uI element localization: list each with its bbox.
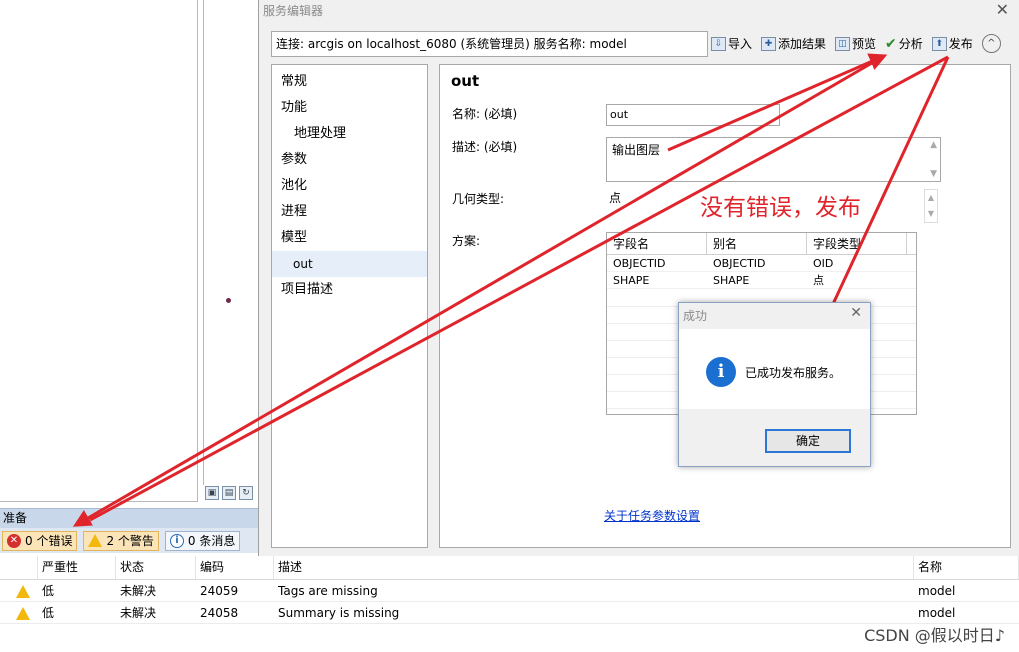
geometry-scroll-icon[interactable]: ▲ ▼ (924, 189, 938, 223)
modal-message: 已成功发布服务。 (745, 366, 842, 380)
warnings-filter-button[interactable]: 2 个警告 (83, 530, 159, 551)
column-header-severity[interactable]: 严重性 (38, 556, 116, 579)
cell-name: model (918, 584, 956, 598)
description-text: 输出图层 (612, 143, 661, 157)
column-header-description[interactable]: 描述 (274, 556, 914, 579)
cell-status: 未解决 (120, 606, 157, 620)
publish-icon: ⬆ (931, 36, 947, 51)
success-modal: 成功 ✕ i 已成功发布服务。 确定 (678, 302, 871, 467)
cell-alias: SHAPE (713, 274, 750, 287)
column-header-code[interactable]: 编码 (196, 556, 274, 579)
import-icon: ⇩ (711, 36, 726, 51)
geometry-type-value: 点 (609, 191, 622, 205)
cell-alias: OBJECTID (713, 257, 766, 270)
ok-button[interactable]: 确定 (765, 429, 851, 453)
cell-field-name: SHAPE (613, 274, 650, 287)
close-icon[interactable]: ✕ (996, 0, 1009, 19)
geometry-type-label: 几何类型: (452, 192, 505, 206)
publish-button[interactable]: ⬆ 发布 (931, 35, 973, 52)
connection-info-field: 连接: arcgis on localhost_6080 (系统管理员) 服务名… (271, 31, 708, 57)
dialog-title: 服务编辑器 (263, 4, 324, 18)
description-label: 描述: (必填) (452, 140, 518, 154)
annotation-text: 没有错误，发布 (700, 195, 861, 221)
nav-item-general[interactable]: 常规 (272, 69, 427, 95)
schema-table-header: 字段名 别名 字段类型 (607, 233, 916, 255)
column-header-alias[interactable]: 别名 (707, 233, 807, 254)
analyze-check-icon: ✔ (885, 35, 897, 52)
warning-icon (88, 534, 103, 547)
cell-status: 未解决 (120, 584, 157, 598)
name-input[interactable]: out (606, 104, 780, 126)
cell-field-name: OBJECTID (613, 257, 666, 270)
close-icon[interactable]: ✕ (850, 305, 862, 321)
errors-filter-button[interactable]: ✕ 0 个错误 (2, 530, 78, 551)
scroll-up-icon[interactable]: ▲ (930, 140, 937, 150)
layout-view-icon[interactable]: ▣ (205, 486, 219, 500)
table-row[interactable]: SHAPE SHAPE 点 (607, 272, 916, 289)
cell-code: 24058 (200, 606, 239, 620)
editor-toolbar: ⇩ 导入 ✚ 添加结果 ◫ 预览 ✔ 分析 ⬆ 发布 ^ (711, 34, 1001, 53)
info-icon: i (169, 533, 184, 548)
watermark: CSDN @假以时日♪ (864, 626, 1005, 645)
import-button[interactable]: ⇩ 导入 (711, 35, 752, 52)
nav-item-model[interactable]: 模型 (272, 225, 427, 251)
issues-table-header: 严重性 状态 编码 描述 名称 (0, 556, 1019, 580)
nav-item-capabilities[interactable]: 功能 (272, 95, 427, 121)
prepare-status-bar: 准备 (0, 508, 258, 528)
scroll-down-icon[interactable]: ▼ (930, 169, 937, 179)
nav-item-pooling[interactable]: 池化 (272, 173, 427, 199)
map-view-buttons: ▣ ▤ ↻ (205, 486, 253, 500)
add-results-icon: ✚ (761, 36, 777, 51)
description-input[interactable]: 输出图层 ▲ ▼ (606, 137, 941, 182)
error-icon: ✕ (7, 533, 21, 548)
nav-item-geoprocessing[interactable]: 地理处理 (272, 121, 427, 147)
analyze-button[interactable]: ✔ 分析 (885, 35, 923, 52)
settings-nav: 常规 功能 地理处理 参数 池化 进程 模型 out 项目描述 (271, 64, 428, 548)
info-icon: i (706, 357, 736, 387)
cell-severity: 低 (42, 584, 55, 598)
nav-item-processes[interactable]: 进程 (272, 199, 427, 225)
issues-table: 严重性 状态 编码 描述 名称 低 未解决 24059 Tags are mis… (0, 556, 1019, 624)
cell-field-type: OID (813, 257, 834, 270)
catalog-panel (0, 0, 198, 502)
service-editor-dialog: 服务编辑器 ✕ 连接: arcgis on localhost_6080 (系统… (258, 0, 1019, 556)
name-label: 名称: (必填) (452, 107, 518, 121)
column-header-name[interactable]: 名称 (914, 556, 1019, 579)
cell-severity: 低 (42, 606, 55, 620)
column-header-status[interactable]: 状态 (116, 556, 196, 579)
column-header-field-name[interactable]: 字段名 (607, 233, 707, 254)
table-row[interactable]: 低 未解决 24058 Summary is missing model (0, 602, 1019, 624)
add-results-button[interactable]: ✚ 添加结果 (761, 35, 826, 52)
collapse-icon[interactable]: ^ (981, 34, 1001, 53)
table-row[interactable]: OBJECTID OBJECTID OID (607, 255, 916, 272)
table-row[interactable]: 低 未解决 24059 Tags are missing model (0, 580, 1019, 602)
cell-description: Summary is missing (278, 606, 400, 620)
data-view-icon[interactable]: ▤ (222, 486, 236, 500)
parameter-title: out (451, 72, 480, 90)
column-header-field-type[interactable]: 字段类型 (807, 233, 907, 254)
schema-label: 方案: (452, 234, 481, 248)
refresh-icon[interactable]: ↻ (239, 486, 253, 500)
preview-icon: ◫ (835, 36, 851, 51)
modal-body: i 已成功发布服务。 (679, 329, 870, 409)
cell-description: Tags are missing (278, 584, 378, 598)
issue-filter-bar: ✕ 0 个错误 2 个警告 i 0 条消息 (0, 528, 258, 553)
map-point-feature (226, 298, 231, 303)
modal-title: 成功 (683, 309, 708, 323)
preview-button[interactable]: ◫ 预览 (835, 35, 876, 52)
nav-item-out[interactable]: out (272, 251, 427, 277)
task-parameter-help-link[interactable]: 关于任务参数设置 (604, 507, 700, 524)
warning-icon (0, 580, 38, 601)
cell-code: 24059 (200, 584, 239, 598)
warning-icon (0, 602, 38, 623)
map-view[interactable] (203, 0, 258, 485)
messages-filter-button[interactable]: i 0 条消息 (164, 530, 241, 551)
cell-name: model (918, 606, 956, 620)
nav-item-parameters[interactable]: 参数 (272, 147, 427, 173)
nav-item-item-description[interactable]: 项目描述 (272, 277, 427, 303)
column-header-icon[interactable] (0, 556, 38, 579)
cell-field-type: 点 (813, 274, 824, 287)
